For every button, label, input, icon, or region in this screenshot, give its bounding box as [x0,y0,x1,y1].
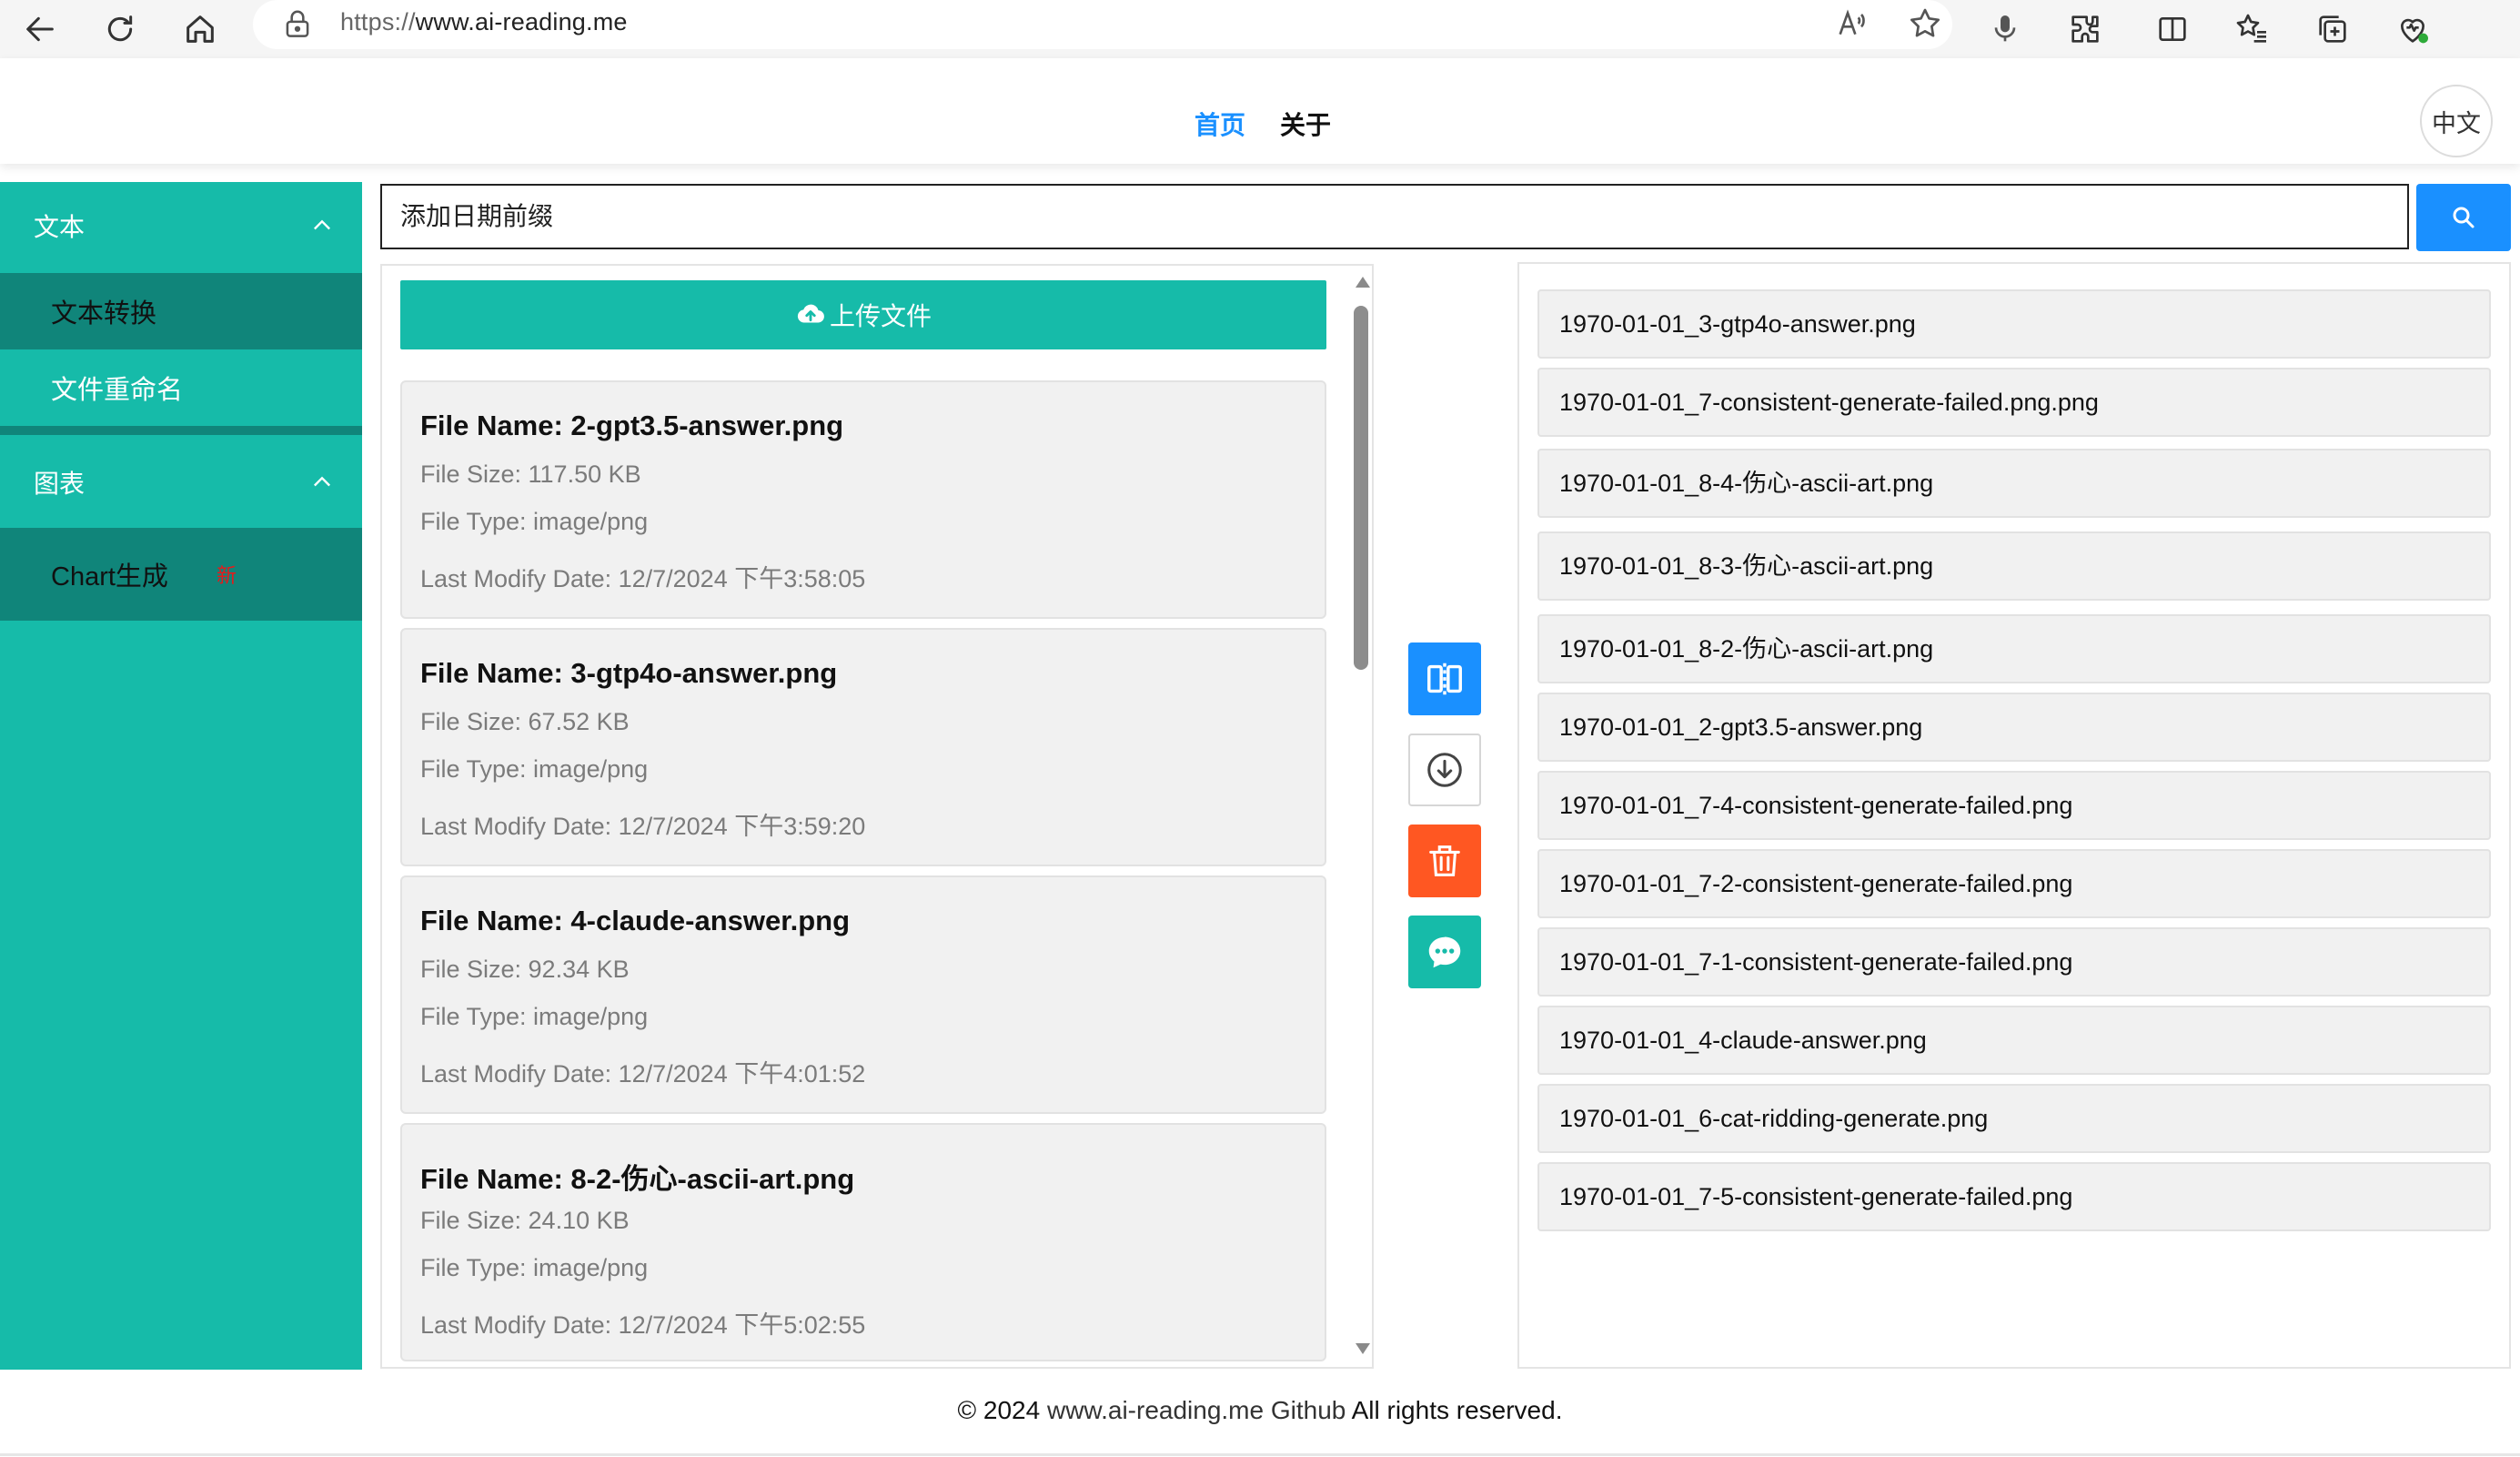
file-date: Last Modify Date: 12/7/2024 下午4:01:52 [420,1060,866,1088]
chat-button[interactable] [1408,916,1481,988]
favorites-list-icon[interactable] [2227,4,2278,55]
nav-about[interactable]: 关于 [1280,106,1331,142]
file-card[interactable]: File Name: 4-claude-answer.png File Size… [400,875,1326,1114]
output-file-item[interactable]: 1970-01-01_7-consistent-generate-failed.… [1537,368,2491,437]
sidebar-item-file-rename[interactable]: 文件重命名 [0,349,362,426]
file-date: Last Modify Date: 12/7/2024 下午5:02:55 [420,1311,866,1339]
download-button[interactable] [1408,734,1481,806]
file-type: File Type: image/png [420,755,649,783]
collections-icon[interactable] [2307,4,2358,55]
back-icon[interactable] [15,4,66,55]
upload-file-label: 上传文件 [829,302,932,330]
output-file-item[interactable]: 1970-01-01_8-3-伤心-ascii-art.png [1537,531,2491,601]
output-file-item[interactable]: 1970-01-01_6-cat-ridding-generate.png [1537,1084,2491,1153]
sidebar: 文本 文本转换 文件重命名 图表 Chart生成 新 [0,182,362,1370]
scroll-down-arrow-icon[interactable] [1356,1343,1370,1354]
file-card[interactable]: File Name: 8-2-伤心-ascii-art.png File Siz… [400,1123,1326,1361]
file-size: File Size: 117.50 KB [420,460,641,488]
nav-home[interactable]: 首页 [1194,106,1245,142]
file-type: File Type: image/png [420,1003,649,1030]
file-size: File Size: 24.10 KB [420,1207,630,1234]
search-icon [2453,207,2475,228]
home-icon[interactable] [175,4,226,55]
footer-site-link[interactable]: www.ai-reading.me [1047,1396,1264,1424]
footer-github-link[interactable]: Github [1271,1396,1346,1424]
output-file-item[interactable]: 1970-01-01_7-4-consistent-generate-faile… [1537,771,2491,840]
file-name: File Name: 2-gpt3.5-answer.png [420,410,844,441]
sidebar-group-label: 图表 [34,470,86,498]
favorite-star-icon[interactable] [1907,5,1947,46]
chevron-up-icon [314,476,330,487]
output-file-item[interactable]: 1970-01-01_7-1-consistent-generate-faile… [1537,927,2491,997]
scroll-up-arrow-icon[interactable] [1356,277,1370,288]
sidebar-item-chart-generate[interactable]: Chart生成 新 [0,528,362,621]
read-aloud-icon[interactable] [1834,5,1874,46]
sidebar-item-text-convert[interactable]: 文本转换 [0,273,362,349]
output-file-item[interactable]: 1970-01-01_2-gpt3.5-answer.png [1537,693,2491,762]
sidebar-item-label: 文件重命名 [51,376,184,405]
upload-file-button[interactable]: 上传文件 [400,280,1326,349]
uploaded-files-panel[interactable]: 上传文件 File Name: 2-gpt3.5-answer.png File… [380,264,1374,1369]
file-card[interactable]: File Name: 2-gpt3.5-answer.png File Size… [400,380,1326,619]
browser-toolbar: https://www.ai-reading.me [0,0,2520,59]
file-type: File Type: image/png [420,1254,649,1281]
browser-essentials-icon[interactable] [2387,4,2438,55]
search-button[interactable] [2416,184,2511,251]
output-file-item[interactable]: 1970-01-01_3-gtp4o-answer.png [1537,289,2491,359]
chevron-up-icon [314,219,330,230]
download-icon [1427,753,1462,787]
output-file-item[interactable]: 1970-01-01_4-claude-answer.png [1537,1006,2491,1075]
output-file-item[interactable]: 1970-01-01_8-4-伤心-ascii-art.png [1537,449,2491,518]
file-date: Last Modify Date: 12/7/2024 下午3:58:05 [420,565,866,592]
sidebar-group-label: 文本 [34,213,86,241]
output-file-item[interactable]: 1970-01-01_7-2-consistent-generate-faile… [1537,849,2491,918]
microphone-icon[interactable] [1980,4,2031,55]
footer-rights: All rights reserved. [1351,1396,1563,1424]
trash-icon [1429,845,1460,876]
sidebar-group-chart[interactable]: 图表 [0,439,362,526]
output-file-item[interactable]: 1970-01-01_8-2-伤心-ascii-art.png [1537,614,2491,683]
address-bar[interactable]: https://www.ai-reading.me [253,0,1952,49]
file-name: File Name: 4-claude-answer.png [420,905,851,936]
scrollbar-thumb[interactable] [1354,306,1368,670]
file-size: File Size: 67.52 KB [420,708,630,735]
file-card[interactable]: File Name: 3-gtp4o-answer.png File Size:… [400,628,1326,866]
url-text: https://www.ai-reading.me [340,8,628,35]
split-screen-icon[interactable] [2147,4,2198,55]
footer-copyright: © 2024 [957,1396,1041,1424]
file-size: File Size: 92.34 KB [420,956,630,983]
compare-button[interactable] [1408,642,1481,715]
output-files-panel: 1970-01-01_3-gtp4o-answer.png 1970-01-01… [1517,262,2511,1369]
sidebar-item-label: Chart生成 [51,562,168,592]
sidebar-divider [0,426,362,435]
file-date: Last Modify Date: 12/7/2024 下午3:59:20 [420,813,866,840]
delete-button[interactable] [1408,825,1481,897]
cloud-upload-icon [797,304,824,323]
footer: © 2024 www.ai-reading.me Github All righ… [0,1370,2520,1457]
chat-bubble-icon [1428,936,1461,968]
language-toggle-button[interactable]: 中文 [2420,85,2493,157]
compare-icon [1427,663,1462,695]
file-type: File Type: image/png [420,508,649,535]
file-name: File Name: 3-gtp4o-answer.png [420,657,838,689]
file-name: File Name: 8-2-伤心-ascii-art.png [420,1163,855,1195]
output-file-item[interactable]: 1970-01-01_7-5-consistent-generate-faile… [1537,1162,2491,1231]
reload-icon[interactable] [95,4,146,55]
extensions-icon[interactable] [2060,4,2111,55]
new-badge: 新 [217,564,237,587]
site-header: 首页 关于 中文 [0,58,2520,164]
lock-icon[interactable] [280,7,315,42]
footer-divider [0,1453,2520,1456]
sidebar-group-text[interactable]: 文本 [0,182,362,269]
search-input[interactable]: 添加日期前缀 [380,184,2409,249]
sidebar-item-label: 文本转换 [51,299,157,329]
